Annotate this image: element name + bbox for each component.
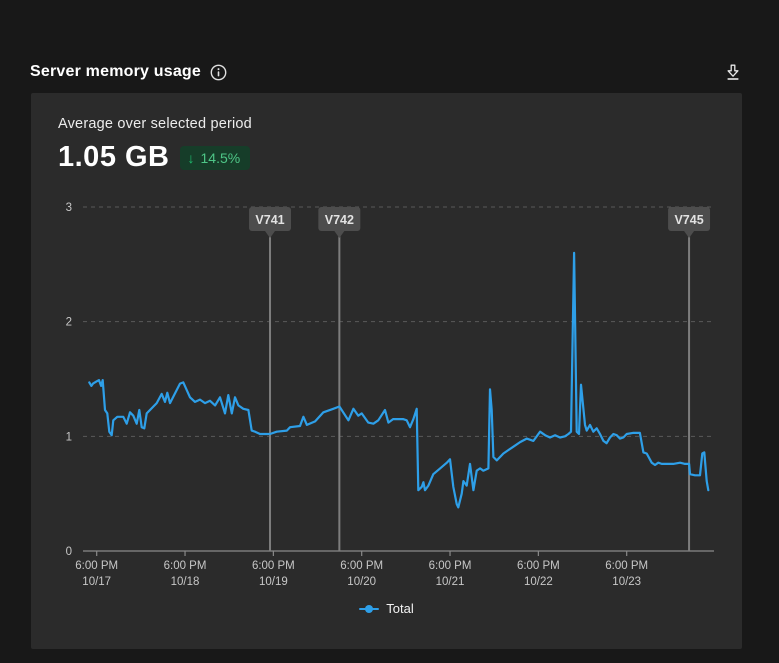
summary-label: Average over selected period [58,116,252,132]
y-tick-label: 2 [66,317,72,329]
summary-block: Average over selected period 1.05 GB ↓ 1… [58,116,252,174]
page-title: Server memory usage [30,63,202,80]
x-tick-date: 10/23 [612,576,641,588]
title-group: Server memory usage [30,63,227,81]
average-value: 1.05 GB [58,141,170,173]
chart-area: 0 1 2 3 6:00 PM 10/17 6:00 PM 10/18 6:00 PM 10/19… [31,195,742,600]
summary-value-row: 1.05 GB ↓ 14.5% [58,141,252,174]
x-tick-time: 6:00 PM [75,560,118,572]
x-tick-date: 10/20 [347,576,376,588]
deploy-flag-tail-v745 [684,231,695,238]
y-tick-label: 0 [66,546,72,558]
x-tick-date: 10/17 [82,576,111,588]
delta-badge: ↓ 14.5% [179,145,251,170]
chart-legend[interactable]: Total [31,601,742,616]
info-icon[interactable] [210,64,227,81]
legend-series-label: Total [386,601,414,616]
x-tick-date: 10/22 [524,576,553,588]
memory-usage-card: Average over selected period 1.05 GB ↓ 1… [31,93,742,649]
x-tick-time: 6:00 PM [517,560,560,572]
series-line-total[interactable] [88,251,710,509]
deploy-flag-tail-v742 [334,231,345,238]
x-tick-date: 10/21 [436,576,465,588]
dashboard-page: Server memory usage Average over selecte… [0,0,779,663]
x-tick-time: 6:00 PM [252,560,295,572]
chart-canvas[interactable]: 0 1 2 3 6:00 PM 10/17 6:00 PM 10/18 6:00 PM 10/19… [31,195,742,600]
x-tick-time: 6:00 PM [340,560,383,572]
x-tick-date: 10/18 [171,576,200,588]
x-tick-time: 6:00 PM [605,560,648,572]
arrow-down-icon: ↓ [187,149,195,166]
legend-series-icon [359,604,380,614]
x-tick-time: 6:00 PM [429,560,472,572]
y-tick-label: 1 [66,431,72,443]
deploy-flag-tail-v741 [265,231,276,238]
deploy-flag-label-v742: V742 [325,213,354,227]
delta-value: 14.5% [200,149,241,166]
x-tick-time: 6:00 PM [164,560,207,572]
chart-header: Server memory usage [30,62,743,82]
deploy-flag-label-v745: V745 [674,213,703,227]
download-icon[interactable] [723,62,743,82]
deploy-flag-label-v741: V741 [255,213,284,227]
y-tick-label: 3 [66,202,72,214]
x-tick-date: 10/19 [259,576,288,588]
